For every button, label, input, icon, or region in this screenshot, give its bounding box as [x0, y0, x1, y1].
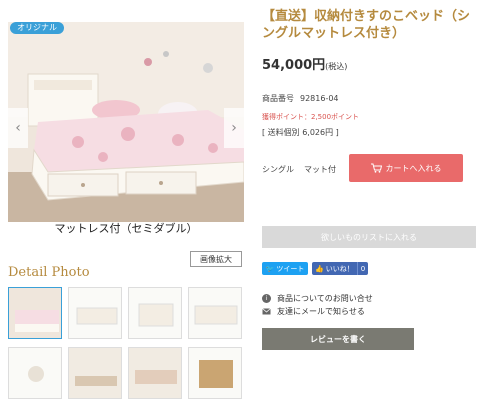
- thumbnail-5[interactable]: [8, 347, 62, 399]
- thumbnail-8[interactable]: [188, 347, 242, 399]
- twitter-icon: 🐦: [265, 264, 275, 273]
- product-sku: 商品番号 92816-04: [262, 93, 339, 104]
- like-count: 0: [356, 262, 369, 275]
- inquiry-label: 商品についてのお問い合せ: [277, 294, 373, 303]
- tweet-button[interactable]: 🐦 ツイート: [262, 262, 308, 275]
- reward-points: 獲得ポイント：2,500ポイント: [262, 113, 360, 121]
- add-to-cart-label: カートへ入れる: [385, 163, 442, 173]
- thumbnail-3[interactable]: [128, 287, 182, 339]
- facebook-like-button[interactable]: 👍 いいね！ 0: [312, 262, 369, 275]
- thumbnail-4[interactable]: [188, 287, 242, 339]
- sku-label: 商品番号: [262, 94, 294, 103]
- main-product-image[interactable]: [8, 22, 244, 222]
- product-price: 54,000円(税込): [262, 54, 347, 73]
- like-main: 👍 いいね！: [312, 262, 357, 275]
- add-to-cart-button[interactable]: カートへ入れる: [349, 154, 463, 182]
- info-icon: i: [262, 294, 271, 303]
- write-review-button[interactable]: レビューを書く: [262, 328, 414, 350]
- detail-photo-heading: Detail Photo: [8, 265, 90, 280]
- product-inquiry-link[interactable]: i 商品についてのお問い合せ: [262, 293, 373, 304]
- thumbs-up-icon: 👍: [315, 264, 324, 273]
- thumbnail-6[interactable]: [68, 347, 122, 399]
- zoom-image-button[interactable]: 画像拡大: [190, 251, 242, 267]
- thumbnail-1[interactable]: [8, 287, 62, 339]
- tell-friend-link[interactable]: 友達にメールで知らせる: [262, 306, 365, 317]
- product-title: 【直送】収納付きすのこベッド（シングルマットレス付き）: [262, 9, 471, 41]
- cart-icon: [370, 163, 382, 173]
- thumbnail-2[interactable]: [68, 287, 122, 339]
- tell-friend-label: 友達にメールで知らせる: [277, 307, 365, 316]
- price-value: 54,000円: [262, 58, 326, 73]
- option-mattress: マット付: [304, 165, 336, 174]
- prev-image-arrow[interactable]: ‹: [8, 108, 28, 148]
- thumbnail-7[interactable]: [128, 347, 182, 399]
- original-badge: オリジナル: [10, 22, 64, 34]
- price-tax-note: (税込): [325, 62, 348, 71]
- sku-value: 92816-04: [300, 94, 339, 103]
- image-caption: マットレス付（セミダブル）: [54, 222, 198, 235]
- mail-icon: [262, 308, 271, 315]
- next-image-arrow[interactable]: ›: [224, 108, 244, 148]
- like-label: いいね！: [325, 264, 354, 273]
- tweet-label: ツイート: [276, 264, 305, 273]
- shipping-fee: [ 送料個別 6,026円 ]: [262, 128, 339, 137]
- bed-photo: [8, 22, 244, 222]
- add-to-wishlist-button[interactable]: 欲しいものリストに入れる: [262, 226, 476, 248]
- option-size: シングル: [262, 165, 294, 174]
